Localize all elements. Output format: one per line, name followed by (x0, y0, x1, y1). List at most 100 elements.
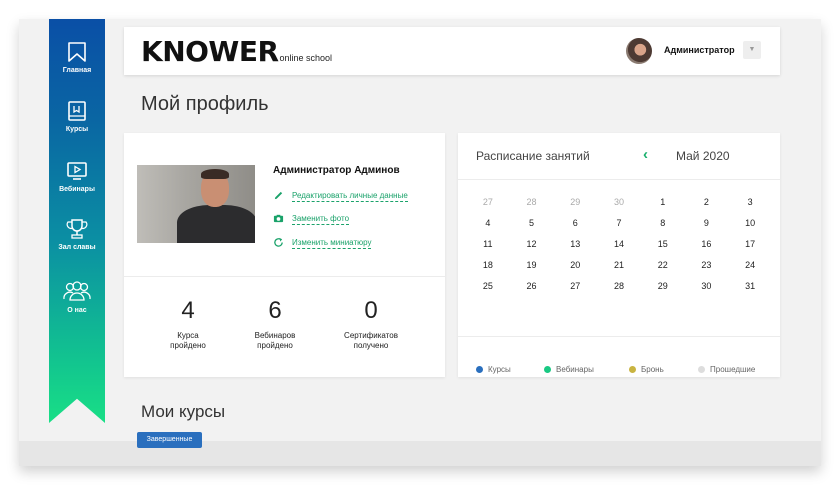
calendar-day[interactable]: 19 (510, 259, 554, 272)
legend-courses: Курсы (476, 365, 511, 374)
sidebar-item-webinars[interactable]: Вебинары (49, 160, 105, 193)
calendar-day[interactable]: 9 (685, 217, 729, 230)
group-icon (63, 281, 91, 301)
sidebar-item-label: Вебинары (59, 186, 95, 193)
calendar-day[interactable]: 20 (553, 259, 597, 272)
sidebar-item-label: Главная (62, 67, 92, 74)
profile-name: Администратор Админов (273, 165, 400, 176)
calendar-day[interactable]: 24 (728, 259, 772, 272)
sidebar-item-about[interactable]: О нас (49, 281, 105, 314)
page-title: Мой профиль (141, 93, 269, 115)
calendar-day[interactable]: 8 (641, 217, 685, 230)
calendar-day[interactable]: 28 (510, 196, 554, 209)
calendar-day[interactable]: 23 (685, 259, 729, 272)
calendar-day[interactable]: 18 (466, 259, 510, 272)
calendar-day[interactable]: 26 (510, 280, 554, 293)
stat-label: Сертификатов получено (344, 331, 398, 350)
legend-past: Прошедшие (698, 365, 755, 374)
calendar-day[interactable]: 22 (641, 259, 685, 272)
chevron-left-icon[interactable]: ‹ (643, 146, 648, 163)
legend-label: Вебинары (556, 365, 594, 374)
profile-photo (137, 165, 255, 243)
logo-wordmark: KNOWER (141, 35, 279, 68)
sidebar-item-hall-of-fame[interactable]: Зал славы (49, 218, 105, 251)
avatar[interactable] (626, 38, 652, 64)
profile-card: Администратор Админов Редактировать личн… (124, 133, 445, 377)
sidebar-item-label: О нас (67, 307, 87, 314)
calendar-day[interactable]: 27 (553, 280, 597, 293)
change-thumbnail-link[interactable]: Изменить миниатюру (273, 237, 372, 249)
calendar-card: Расписание занятий ‹ Май 2020 27 28 29 30 1 2… (458, 133, 780, 377)
sidebar-item-courses[interactable]: Курсы (49, 100, 105, 133)
calendar-day[interactable]: 4 (466, 217, 510, 230)
divider (458, 179, 780, 180)
calendar-day[interactable]: 29 (641, 280, 685, 293)
legend-dot (476, 366, 483, 373)
chevron-down-icon[interactable]: ▼ (743, 41, 761, 59)
refresh-icon (274, 237, 283, 247)
legend-booking: Бронь (629, 365, 664, 374)
calendar-day[interactable]: 17 (728, 238, 772, 251)
sidebar: Главная Курсы Вебинары Зал славы О нас (49, 19, 105, 423)
top-header: KNOWERonline school Администратор ▼ (124, 27, 780, 75)
sidebar-item-home[interactable]: Главная (49, 41, 105, 74)
bookmark-icon (68, 42, 86, 62)
legend-webinars: Вебинары (544, 365, 594, 374)
calendar-day[interactable]: 29 (553, 196, 597, 209)
stat-certificates: 0 Сертификатов получено (326, 297, 416, 351)
calendar-grid: 27 28 29 30 1 2 3 4 5 6 7 8 9 10 11 12 13 14 15 16 17 18 19 20 2… (466, 196, 772, 293)
calendar-day[interactable]: 21 (597, 259, 641, 272)
stat-label: Вебинаров пройдено (254, 331, 296, 350)
calendar-day[interactable]: 2 (685, 196, 729, 209)
calendar-day[interactable]: 6 (553, 217, 597, 230)
calendar-day[interactable]: 15 (641, 238, 685, 251)
courses-section-title: Мои курсы (141, 402, 226, 421)
action-label: Редактировать личные данные (292, 190, 408, 202)
legend-label: Бронь (641, 365, 664, 374)
sidebar-item-label: Зал славы (58, 244, 96, 251)
logo[interactable]: KNOWERonline school (141, 35, 332, 68)
calendar-day[interactable]: 5 (510, 217, 554, 230)
calendar-day[interactable]: 13 (553, 238, 597, 251)
camera-icon (273, 214, 284, 223)
calendar-day[interactable]: 16 (685, 238, 729, 251)
book-icon (68, 101, 86, 121)
divider (458, 336, 780, 337)
calendar-day[interactable]: 7 (597, 217, 641, 230)
legend-dot (629, 366, 636, 373)
legend-dot (698, 366, 705, 373)
calendar-day[interactable]: 30 (597, 196, 641, 209)
stat-value: 4 (181, 297, 195, 324)
stat-value: 0 (364, 297, 378, 324)
edit-profile-link[interactable]: Редактировать личные данные (273, 190, 408, 202)
calendar-day[interactable]: 3 (728, 196, 772, 209)
action-label: Изменить миниатюру (292, 237, 372, 249)
calendar-title: Расписание занятий (476, 149, 590, 163)
stat-value: 6 (268, 297, 282, 324)
stat-webinars: 6 Вебинаров пройдено (230, 297, 320, 351)
calendar-day[interactable]: 12 (510, 238, 554, 251)
calendar-day[interactable]: 1 (641, 196, 685, 209)
calendar-day[interactable]: 25 (466, 280, 510, 293)
calendar-day[interactable]: 14 (597, 238, 641, 251)
legend-dot (544, 366, 551, 373)
courses-filter-completed[interactable]: Завершенные (137, 432, 202, 448)
calendar-month: Май 2020 (676, 149, 730, 163)
stat-label: Курса пройдено (170, 331, 206, 350)
monitor-play-icon (67, 162, 87, 180)
calendar-day[interactable]: 31 (728, 280, 772, 293)
app-window: Главная Курсы Вебинары Зал славы О нас K… (19, 19, 821, 466)
action-label: Заменить фото (292, 213, 350, 225)
calendar-day[interactable]: 27 (466, 196, 510, 209)
calendar-day[interactable]: 28 (597, 280, 641, 293)
user-name[interactable]: Администратор (664, 45, 735, 55)
divider (124, 276, 445, 277)
calendar-day[interactable]: 30 (685, 280, 729, 293)
change-photo-link[interactable]: Заменить фото (273, 213, 350, 225)
logo-subtitle: online school (279, 53, 333, 63)
calendar-day[interactable]: 10 (728, 217, 772, 230)
sidebar-item-label: Курсы (65, 126, 89, 133)
pencil-icon (274, 191, 283, 200)
legend-label: Курсы (488, 365, 511, 374)
calendar-day[interactable]: 11 (466, 238, 510, 251)
